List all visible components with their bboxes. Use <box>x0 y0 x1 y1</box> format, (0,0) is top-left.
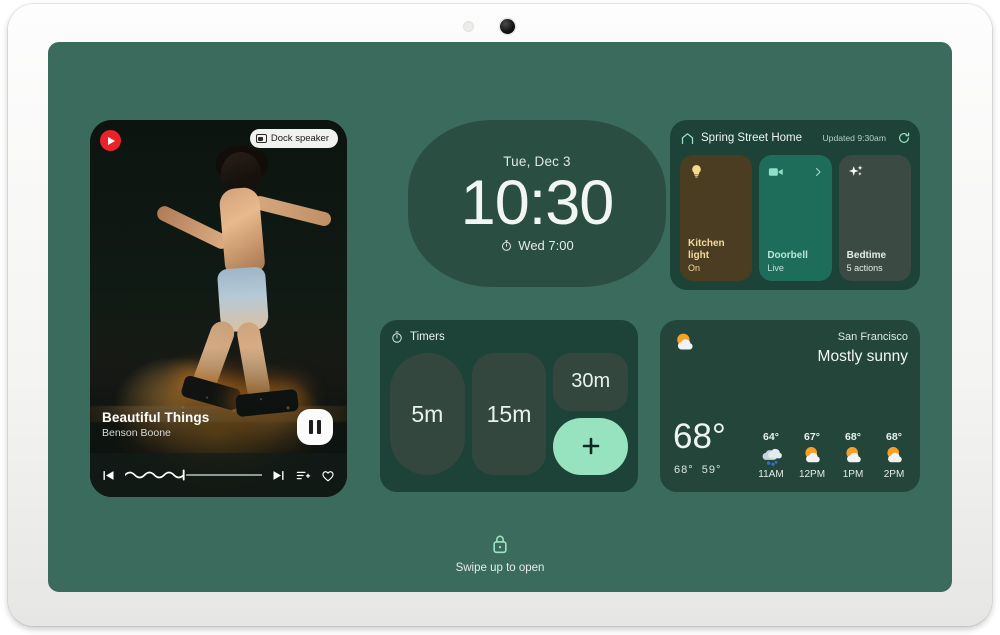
lightbulb-icon <box>692 165 701 178</box>
clock-date: Tue, Dec 3 <box>503 153 571 169</box>
previous-track-icon[interactable] <box>101 468 116 483</box>
lock-closed-icon <box>493 535 507 554</box>
tablet-device: Dock speaker Beautiful Things Benson Boo… <box>8 4 992 626</box>
tile-state: Live <box>767 263 784 273</box>
weather-current-temp: 68° <box>673 417 726 456</box>
sun-behind-cloud-icon <box>846 447 861 463</box>
rain-cloud-icon <box>762 448 782 466</box>
refresh-icon[interactable] <box>897 131 911 145</box>
clock-time: 10:30 <box>460 167 615 238</box>
hourly-temp: 68° <box>886 431 902 443</box>
home-panel-header: Spring Street Home Updated 9:30am <box>680 129 911 147</box>
home-tile-bedtime[interactable]: Bedtime 5 actions <box>838 155 911 281</box>
tile-state: On <box>688 263 701 273</box>
next-track-icon[interactable] <box>271 468 286 483</box>
home-updated-label: Updated 9:30am <box>822 133 886 143</box>
weather-hourly-forecast: 64° 11AM 67° 12PM 68° 1PM 68° 2PM <box>755 431 910 480</box>
progress-slider[interactable] <box>124 468 263 482</box>
sun-behind-cloud-icon <box>677 333 693 350</box>
sun-behind-cloud-icon <box>887 447 902 463</box>
alarm-time: Wed 7:00 <box>518 238 574 254</box>
plus-icon <box>582 437 599 455</box>
add-to-queue-icon[interactable] <box>295 468 311 483</box>
timers-header: Timers <box>390 329 628 345</box>
lock-indicator[interactable]: Swipe up to open <box>48 533 952 574</box>
favorite-icon[interactable] <box>320 468 336 483</box>
weather-low: 59° <box>701 464 722 476</box>
alarm-icon <box>502 240 512 251</box>
timer-preset-30m[interactable]: 30m <box>553 353 629 411</box>
media-controls-bar <box>90 453 347 497</box>
media-player-card[interactable]: Dock speaker Beautiful Things Benson Boo… <box>90 120 347 497</box>
tile-label: Doorbell <box>767 249 808 261</box>
lock-screen: Dock speaker Beautiful Things Benson Boo… <box>48 42 952 592</box>
weather-condition: Mostly sunny <box>817 348 908 365</box>
hourly-item: 68° 2PM <box>878 431 910 480</box>
clock-widget[interactable]: Tue, Dec 3 10:30 Wed 7:00 <box>408 120 666 287</box>
weather-widget[interactable]: San Francisco Mostly sunny 68° 68° 59° 6… <box>660 320 920 492</box>
tile-state: 5 actions <box>846 263 883 273</box>
timers-title: Timers <box>410 331 445 343</box>
hourly-temp: 64° <box>763 431 779 443</box>
timer-right-column: 30m <box>553 353 629 475</box>
media-metadata: Beautiful Things Benson Boone <box>102 410 209 439</box>
hourly-item: 68° 1PM <box>837 431 869 480</box>
dock-speaker-chip[interactable]: Dock speaker <box>249 129 338 148</box>
home-controls-panel: Spring Street Home Updated 9:30am Kitche… <box>670 120 920 290</box>
home-tile-kitchen-light[interactable]: Kitchen light On <box>680 155 753 281</box>
hourly-time: 1PM <box>842 469 864 480</box>
widget-grid: Dock speaker Beautiful Things Benson Boo… <box>48 42 952 592</box>
home-tile-doorbell[interactable]: Doorbell Live <box>759 155 832 281</box>
dock-speaker-label: Dock speaker <box>270 133 329 144</box>
swipe-hint-label: Swipe up to open <box>455 562 545 574</box>
tile-label: Bedtime <box>846 249 887 261</box>
weather-high-low: 68° 59° <box>674 464 721 476</box>
front-camera <box>500 19 515 34</box>
home-tiles: Kitchen light On Doorbell Live Bedtime 5… <box>680 155 911 281</box>
hourly-time: 11AM <box>758 469 784 480</box>
tile-label: Kitchen light <box>688 237 725 261</box>
youtube-music-icon <box>100 130 121 151</box>
track-title: Beautiful Things <box>102 410 210 425</box>
hourly-item: 67° 12PM <box>796 431 828 480</box>
speaker-icon <box>255 134 267 143</box>
hourly-item: 64° 11AM <box>755 431 787 480</box>
next-alarm: Wed 7:00 <box>500 238 574 254</box>
hourly-time: 2PM <box>883 469 905 480</box>
ambient-light-sensor <box>463 21 474 32</box>
pause-icon[interactable] <box>297 409 333 445</box>
timer-preset-5m[interactable]: 5m <box>390 353 465 475</box>
timer-icon <box>392 331 402 343</box>
hourly-temp: 67° <box>804 431 820 443</box>
weather-location: San Francisco <box>837 331 908 343</box>
hourly-time: 12PM <box>798 469 826 480</box>
weather-high: 68° <box>674 464 694 476</box>
track-artist: Benson Boone <box>102 427 171 439</box>
chevron-right-icon[interactable] <box>812 166 824 178</box>
home-icon <box>681 132 694 144</box>
videocam-icon <box>769 168 784 176</box>
add-timer-button[interactable] <box>553 417 629 475</box>
sparkles-icon <box>848 165 863 176</box>
sun-behind-cloud-icon <box>805 447 820 463</box>
timer-presets: 5m 15m 30m <box>390 353 629 475</box>
timers-widget: Timers 5m 15m 30m <box>380 320 638 492</box>
home-name: Spring Street Home <box>701 132 802 144</box>
timer-preset-15m[interactable]: 15m <box>471 353 547 475</box>
hourly-temp: 68° <box>845 431 861 443</box>
